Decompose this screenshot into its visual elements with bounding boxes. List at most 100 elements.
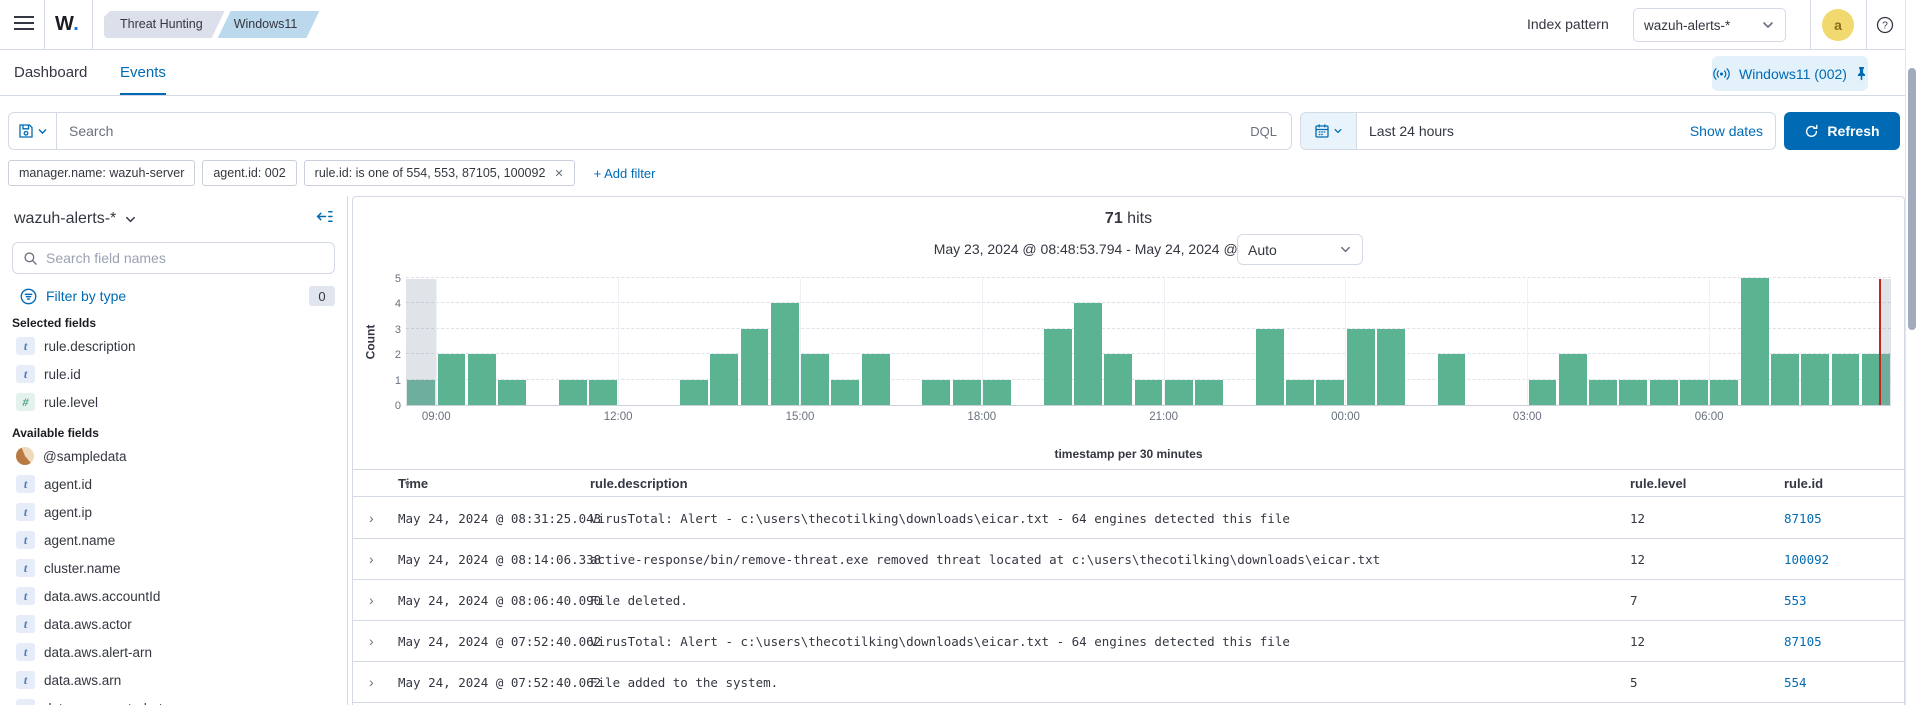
chevron-down-icon[interactable]: [124, 213, 137, 226]
search-input[interactable]: [57, 123, 1236, 139]
histogram-bar[interactable]: [1650, 380, 1678, 405]
histogram-bar[interactable]: [1529, 380, 1557, 405]
tab-events[interactable]: Events: [120, 50, 166, 95]
field-name: data.aws.actor: [44, 617, 132, 632]
histogram-bar[interactable]: [771, 303, 799, 405]
filter-pill[interactable]: rule.id: is one of 554, 553, 87105, 1000…: [304, 160, 575, 186]
remove-filter-icon[interactable]: ✕: [554, 167, 563, 180]
column-rule-description[interactable]: rule.description: [590, 470, 688, 498]
time-range-value[interactable]: Last 24 hours: [1357, 123, 1454, 139]
field-item[interactable]: trule.description: [0, 332, 347, 360]
histogram-bar[interactable]: [1771, 354, 1799, 405]
show-dates-button[interactable]: Show dates: [1690, 123, 1775, 139]
field-item[interactable]: #rule.level: [0, 388, 347, 416]
histogram-bar[interactable]: [1438, 354, 1466, 405]
interval-select[interactable]: Auto: [1237, 234, 1363, 265]
field-item[interactable]: tagent.name: [0, 526, 347, 554]
field-item[interactable]: trule.id: [0, 360, 347, 388]
histogram-bar[interactable]: [1377, 329, 1405, 405]
wazuh-logo[interactable]: W.: [55, 13, 79, 36]
hamburger-menu-icon[interactable]: [14, 16, 34, 32]
histogram-bar[interactable]: [1741, 278, 1769, 405]
agent-selector-button[interactable]: Windows11 (002): [1712, 56, 1868, 91]
field-item[interactable]: tagent.ip: [0, 498, 347, 526]
expand-row-icon[interactable]: ›: [369, 621, 374, 662]
histogram-bar[interactable]: [1832, 354, 1860, 405]
expand-row-icon[interactable]: ›: [369, 498, 374, 539]
pin-icon[interactable]: [1855, 66, 1868, 81]
histogram-bar[interactable]: [438, 354, 466, 405]
histogram-bar[interactable]: [1195, 380, 1223, 405]
histogram-bar[interactable]: [1680, 380, 1708, 405]
histogram-bar[interactable]: [1165, 380, 1193, 405]
histogram-bar[interactable]: [862, 354, 890, 405]
histogram-bar[interactable]: [1559, 354, 1587, 405]
cell-rule-id-link[interactable]: 87105: [1784, 498, 1822, 539]
field-item[interactable]: tcluster.name: [0, 554, 347, 582]
column-rule-id[interactable]: rule.id: [1784, 470, 1823, 498]
cell-rule-id-link[interactable]: 553: [1784, 580, 1807, 621]
field-item[interactable]: tdata.aws.created-at: [0, 694, 347, 705]
help-icon[interactable]: ?: [1876, 16, 1894, 34]
field-item[interactable]: tdata.aws.alert-arn: [0, 638, 347, 666]
histogram-bar[interactable]: [468, 354, 496, 405]
histogram-bar[interactable]: [1256, 329, 1284, 405]
field-item[interactable]: tdata.aws.arn: [0, 666, 347, 694]
filter-by-type-button[interactable]: Filter by type: [46, 288, 126, 304]
refresh-button[interactable]: Refresh: [1784, 112, 1900, 150]
histogram-bar[interactable]: [1589, 380, 1617, 405]
histogram-bar[interactable]: [922, 380, 950, 405]
cell-rule-id-link[interactable]: 554: [1784, 662, 1807, 703]
histogram-bar[interactable]: [1286, 380, 1314, 405]
query-language-button[interactable]: DQL: [1236, 124, 1291, 139]
histogram-bar[interactable]: [1347, 329, 1375, 405]
cell-rule-description: VirusTotal: Alert - c:\users\thecotilkin…: [590, 621, 1290, 662]
histogram-bar[interactable]: [1619, 380, 1647, 405]
histogram-plot[interactable]: [406, 279, 1891, 406]
page-scrollbar[interactable]: [1905, 0, 1917, 705]
filter-pill[interactable]: agent.id: 002: [202, 160, 296, 186]
histogram-bar[interactable]: [741, 329, 769, 405]
histogram-bar[interactable]: [953, 380, 981, 405]
add-filter-button[interactable]: + Add filter: [594, 166, 656, 181]
field-item[interactable]: tdata.aws.actor: [0, 610, 347, 638]
histogram-bar[interactable]: [559, 380, 587, 405]
histogram-bar[interactable]: [680, 380, 708, 405]
cell-rule-id-link[interactable]: 100092: [1784, 539, 1829, 580]
cell-rule-id-link[interactable]: 87105: [1784, 621, 1822, 662]
field-item[interactable]: tagent.id: [0, 470, 347, 498]
tab-dashboard[interactable]: Dashboard: [14, 50, 87, 95]
sidebar-index-pattern[interactable]: wazuh-alerts-*: [14, 210, 116, 228]
histogram-bar[interactable]: [1074, 303, 1102, 405]
histogram-bar[interactable]: [1104, 354, 1132, 405]
sort-desc-icon[interactable]: ▼: [403, 470, 412, 498]
histogram-bar[interactable]: [1044, 329, 1072, 405]
index-pattern-select[interactable]: wazuh-alerts-*: [1633, 8, 1786, 42]
quick-select-menu-button[interactable]: [1301, 113, 1357, 149]
field-item[interactable]: @sampledata: [0, 442, 347, 470]
histogram-bar[interactable]: [1316, 380, 1344, 405]
field-search-input[interactable]: [46, 250, 324, 266]
expand-row-icon[interactable]: ›: [369, 580, 374, 621]
expand-row-icon[interactable]: ›: [369, 662, 374, 703]
filter-pill[interactable]: manager.name: wazuh-server: [8, 160, 195, 186]
histogram-bar[interactable]: [1135, 380, 1163, 405]
histogram-bar[interactable]: [831, 380, 859, 405]
column-rule-level[interactable]: rule.level: [1630, 470, 1686, 498]
expand-row-icon[interactable]: ›: [369, 539, 374, 580]
breadcrumb-threat-hunting[interactable]: Threat Hunting: [104, 11, 225, 38]
histogram-bar[interactable]: [983, 380, 1011, 405]
field-item[interactable]: tdata.aws.accountId: [0, 582, 347, 610]
histogram-bar[interactable]: [801, 354, 829, 405]
breadcrumb-windows11[interactable]: Windows11: [218, 11, 320, 38]
avatar[interactable]: a: [1822, 9, 1854, 41]
histogram-bar[interactable]: [710, 354, 738, 405]
scrollbar-thumb[interactable]: [1908, 68, 1916, 330]
collapse-sidebar-icon[interactable]: [316, 208, 333, 230]
histogram-bar[interactable]: [1710, 380, 1738, 405]
saved-query-menu-button[interactable]: [9, 113, 57, 149]
histogram-bar[interactable]: [498, 380, 526, 405]
histogram-bar[interactable]: [1801, 354, 1829, 405]
y-axis: 012345: [381, 279, 401, 406]
histogram-bar[interactable]: [589, 380, 617, 405]
